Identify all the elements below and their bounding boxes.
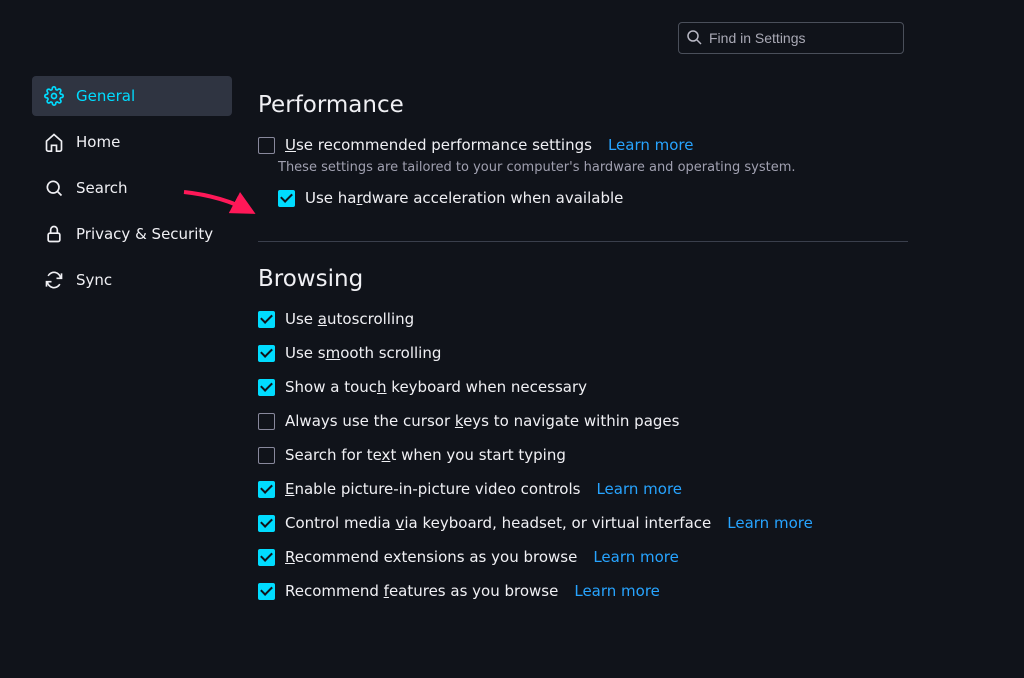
browsing-label-5: Enable picture-in-picture video controls [285,480,580,498]
browsing-label-8: Recommend features as you browse [285,582,558,600]
sidebar-item-label: Search [76,179,128,197]
hw-accel-label: Use hardware acceleration when available [305,189,623,207]
search-container [678,22,904,54]
gear-icon [44,86,64,106]
lock-icon [44,224,64,244]
browsing-label-2: Show a touch keyboard when necessary [285,378,587,396]
hw-accel-checkbox[interactable] [278,190,295,207]
browsing-checkbox-1[interactable] [258,345,275,362]
browsing-checkbox-2[interactable] [258,379,275,396]
sidebar-item-privacy[interactable]: Privacy & Security [32,214,232,254]
browsing-item-4: Search for text when you start typing [258,446,908,464]
browsing-item-1: Use smooth scrolling [258,344,908,362]
performance-desc: These settings are tailored to your comp… [278,160,908,175]
browsing-item-0: Use autoscrolling [258,310,908,328]
browsing-label-3: Always use the cursor keys to navigate w… [285,412,679,430]
sidebar-item-home[interactable]: Home [32,122,232,162]
performance-heading: Performance [258,92,908,118]
browsing-learn-more-8[interactable]: Learn more [574,582,660,600]
browsing-checkbox-7[interactable] [258,549,275,566]
browsing-item-6: Control media via keyboard, headset, or … [258,514,908,532]
browsing-checkbox-0[interactable] [258,311,275,328]
sidebar-item-label: Privacy & Security [76,225,213,243]
browsing-checkbox-6[interactable] [258,515,275,532]
browsing-item-7: Recommend extensions as you browse Learn … [258,548,908,566]
browsing-label-4: Search for text when you start typing [285,446,566,464]
sidebar-item-general[interactable]: General [32,76,232,116]
search-icon [44,178,64,198]
browsing-checkbox-8[interactable] [258,583,275,600]
browsing-learn-more-6[interactable]: Learn more [727,514,813,532]
browsing-item-2: Show a touch keyboard when necessary [258,378,908,396]
browsing-learn-more-5[interactable]: Learn more [596,480,682,498]
use-recommended-learn-more[interactable]: Learn more [608,136,694,154]
browsing-label-1: Use smooth scrolling [285,344,441,362]
browsing-label-0: Use autoscrolling [285,310,414,328]
sidebar-item-label: Sync [76,271,112,289]
use-recommended-label: Use recommended performance settings [285,136,592,154]
browsing-label-6: Control media via keyboard, headset, or … [285,514,711,532]
sidebar-item-label: Home [76,133,120,151]
use-recommended-row: Use recommended performance settings Lea… [258,136,908,154]
browsing-checkbox-4[interactable] [258,447,275,464]
divider [258,241,908,242]
browsing-item-5: Enable picture-in-picture video controls… [258,480,908,498]
sidebar-item-label: General [76,87,135,105]
browsing-checkbox-5[interactable] [258,481,275,498]
browsing-heading: Browsing [258,266,908,292]
home-icon [44,132,64,152]
sidebar-item-search[interactable]: Search [32,168,232,208]
search-input[interactable] [678,22,904,54]
use-recommended-checkbox[interactable] [258,137,275,154]
browsing-learn-more-7[interactable]: Learn more [593,548,679,566]
main-content: Performance Use recommended performance … [258,92,908,616]
sidebar: General Home Search Privacy & Security S… [32,76,232,306]
sidebar-item-sync[interactable]: Sync [32,260,232,300]
browsing-checkbox-3[interactable] [258,413,275,430]
browsing-item-8: Recommend features as you browse Learn mo… [258,582,908,600]
browsing-label-7: Recommend extensions as you browse [285,548,577,566]
browsing-item-3: Always use the cursor keys to navigate w… [258,412,908,430]
hw-accel-row: Use hardware acceleration when available [278,189,908,207]
search-icon [686,29,702,45]
sync-icon [44,270,64,290]
